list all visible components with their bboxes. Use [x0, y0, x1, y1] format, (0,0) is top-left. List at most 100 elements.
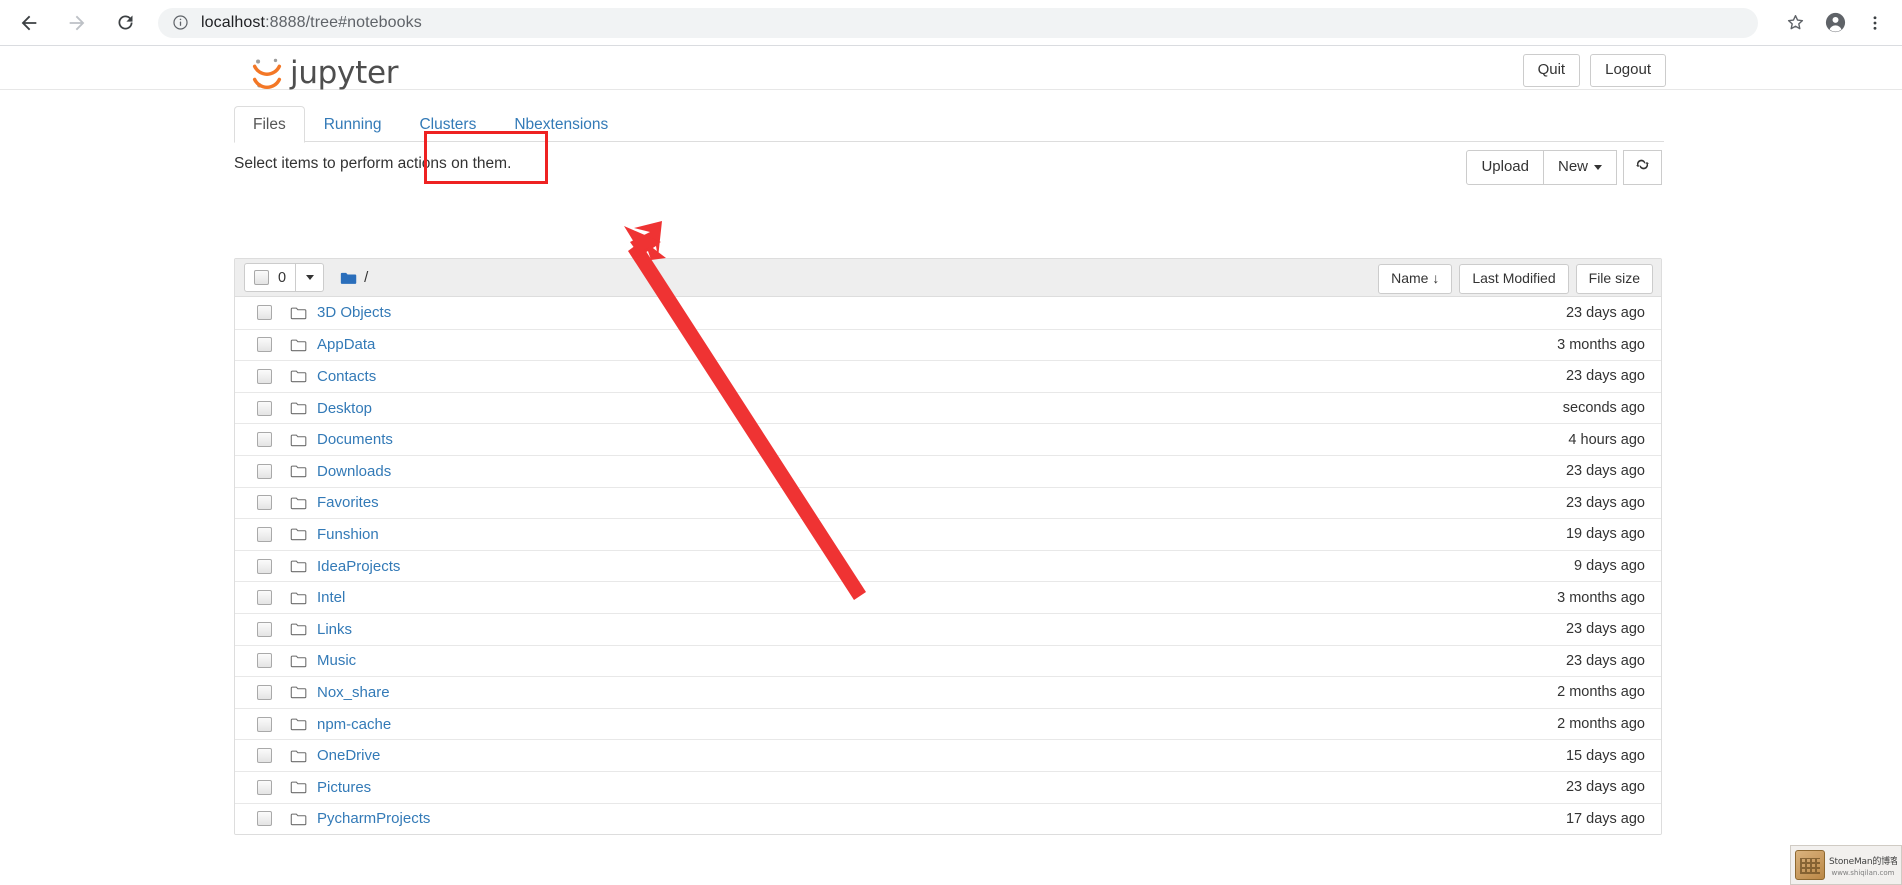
breadcrumb-path[interactable]: / — [364, 269, 368, 286]
sort-by-file-size-button[interactable]: File size — [1575, 264, 1653, 294]
row-checkbox[interactable] — [257, 526, 272, 542]
file-name-link[interactable]: Intel — [317, 589, 345, 606]
table-row[interactable]: Contacts 23 days ago — [235, 360, 1661, 392]
table-row[interactable]: Favorites 23 days ago — [235, 486, 1661, 519]
table-row[interactable]: npm-cache 2 months ago — [235, 707, 1661, 740]
quit-button[interactable]: Quit — [1522, 54, 1581, 87]
site-info-icon[interactable] — [172, 14, 189, 31]
folder-icon — [290, 338, 307, 352]
row-checkbox[interactable] — [257, 716, 272, 732]
new-button-label: New — [1557, 158, 1588, 175]
back-icon[interactable] — [12, 6, 46, 40]
file-name-link[interactable]: 3D Objects — [317, 304, 391, 321]
file-name-link[interactable]: npm-cache — [317, 716, 391, 733]
row-checkbox[interactable] — [257, 337, 272, 353]
row-checkbox[interactable] — [257, 495, 272, 511]
table-row[interactable]: Music 23 days ago — [235, 644, 1661, 677]
file-name-link[interactable]: Music — [317, 652, 356, 669]
sort-by-last-modified-button[interactable]: Last Modified — [1459, 264, 1569, 294]
sort-direction-arrow-icon: ↓ — [1432, 270, 1440, 286]
forward-icon[interactable] — [60, 6, 94, 40]
row-checkbox[interactable] — [257, 463, 272, 479]
tab-nbextensions[interactable]: Nbextensions — [495, 106, 627, 143]
folder-icon — [290, 527, 307, 541]
folder-icon — [340, 272, 357, 284]
file-list-header: 0 / Name ↓ Last Modified File size — [235, 259, 1661, 297]
file-name-link[interactable]: AppData — [317, 336, 375, 353]
table-row[interactable]: PycharmProjects 17 days ago — [235, 802, 1661, 835]
file-name-link[interactable]: OneDrive — [317, 747, 380, 764]
file-name-link[interactable]: PycharmProjects — [317, 810, 430, 827]
row-checkbox[interactable] — [257, 305, 272, 321]
file-name-link[interactable]: IdeaProjects — [317, 558, 400, 575]
row-checkbox[interactable] — [257, 779, 272, 795]
row-checkbox[interactable] — [257, 558, 272, 574]
last-modified-value: 23 days ago — [1565, 368, 1645, 385]
last-modified-value: 3 months ago — [1557, 589, 1645, 606]
table-row[interactable]: Intel 3 months ago — [235, 581, 1661, 613]
file-name-link[interactable]: Nox_share — [317, 684, 390, 701]
file-list: 0 / Name ↓ Last Modified File size 3D Ob… — [234, 258, 1662, 836]
row-checkbox[interactable] — [257, 748, 272, 764]
tab-files[interactable]: Files — [234, 105, 305, 143]
table-row[interactable]: Documents 4 hours ago — [235, 423, 1661, 455]
url-host: localhost — [201, 13, 266, 31]
file-rows: 3D Objects 23 days ago AppData 3 months ago… — [235, 297, 1661, 835]
folder-icon — [290, 464, 307, 478]
profile-avatar-icon[interactable] — [1818, 6, 1852, 40]
file-name-link[interactable]: Downloads — [317, 463, 391, 480]
file-name-link[interactable]: Funshion — [317, 526, 379, 543]
select-all-dropdown-button[interactable] — [296, 263, 325, 292]
logout-button[interactable]: Logout — [1590, 54, 1666, 87]
select-all-checkbox[interactable] — [254, 270, 269, 285]
upload-button[interactable]: Upload — [1466, 150, 1544, 185]
table-row[interactable]: Desktop seconds ago — [235, 391, 1661, 424]
file-name-link[interactable]: Documents — [317, 431, 393, 448]
row-checkbox[interactable] — [257, 811, 272, 827]
row-checkbox[interactable] — [257, 684, 272, 700]
bookmark-star-icon[interactable] — [1778, 6, 1812, 40]
reload-icon[interactable] — [108, 6, 142, 40]
row-checkbox[interactable] — [257, 400, 272, 416]
file-name-link[interactable]: Pictures — [317, 779, 371, 796]
table-row[interactable]: Downloads 23 days ago — [235, 454, 1661, 487]
sort-by-name-button[interactable]: Name ↓ — [1378, 264, 1453, 294]
refresh-button[interactable] — [1623, 150, 1662, 185]
table-row[interactable]: Links 23 days ago — [235, 612, 1661, 645]
last-modified-value: 23 days ago — [1565, 652, 1645, 669]
folder-icon — [290, 780, 307, 794]
folder-icon — [290, 433, 307, 447]
table-row[interactable]: Pictures 23 days ago — [235, 770, 1661, 803]
file-name-link[interactable]: Desktop — [317, 400, 372, 417]
table-row[interactable]: Nox_share 2 months ago — [235, 676, 1661, 708]
last-modified-value: 17 days ago — [1565, 810, 1645, 827]
table-row[interactable]: IdeaProjects 9 days ago — [235, 549, 1661, 582]
row-checkbox[interactable] — [257, 590, 272, 606]
dashboard-tabs: Files Running Clusters Nbextensions — [234, 105, 1664, 143]
file-name-link[interactable]: Contacts — [317, 368, 376, 385]
select-items-hint: Select items to perform actions on them. — [234, 155, 512, 172]
url-text: localhost:8888/tree#notebooks — [201, 14, 422, 32]
select-all-button[interactable]: 0 — [244, 263, 297, 292]
folder-icon — [290, 812, 307, 826]
table-row[interactable]: OneDrive 15 days ago — [235, 739, 1661, 771]
new-button[interactable]: New — [1542, 150, 1617, 185]
table-row[interactable]: AppData 3 months ago — [235, 328, 1661, 361]
row-checkbox[interactable] — [257, 432, 272, 448]
header-actions: Quit Logout — [1522, 54, 1666, 87]
row-checkbox[interactable] — [257, 368, 272, 384]
file-name-link[interactable]: Favorites — [317, 494, 379, 511]
table-row[interactable]: Funshion 19 days ago — [235, 518, 1661, 550]
row-checkbox[interactable] — [257, 653, 272, 669]
folder-icon — [290, 496, 307, 510]
file-name-link[interactable]: Links — [317, 621, 352, 638]
tab-clusters[interactable]: Clusters — [400, 106, 495, 143]
breadcrumb[interactable]: / — [340, 269, 368, 286]
folder-icon — [290, 306, 307, 320]
tab-running[interactable]: Running — [305, 106, 401, 143]
chrome-menu-icon[interactable] — [1858, 6, 1892, 40]
jupyter-logo[interactable]: jupyter — [250, 53, 398, 93]
row-checkbox[interactable] — [257, 621, 272, 637]
address-bar[interactable]: localhost:8888/tree#notebooks — [158, 7, 1758, 38]
table-row[interactable]: 3D Objects 23 days ago — [235, 297, 1661, 329]
